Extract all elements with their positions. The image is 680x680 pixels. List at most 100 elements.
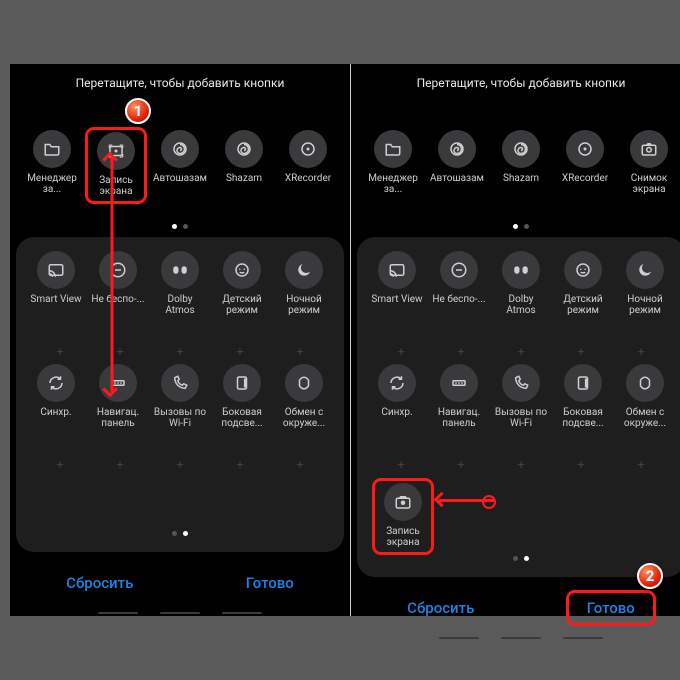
edge-icon [223,364,261,402]
add-slot-row: +++++ [361,341,680,364]
quick-panel[interactable]: Smart ViewНе беспо-... Dolby Atmos Детский… [357,237,680,577]
tile-label: Навигац. панель [90,407,146,429]
tile-label: Обмен с окруже... [617,407,673,429]
tutorial-frame: Перетащите, чтобы добавить кнопки 1 Мене… [10,64,670,616]
tile-label: Dolby Atmos [152,294,208,316]
moon-icon [626,251,664,289]
tile-label: Вызовы по Wi-Fi [493,407,549,429]
done-button[interactable]: Готово [569,593,653,623]
tile-cast[interactable]: Smart View [369,251,425,305]
dolby-icon [502,251,540,289]
tile-sync[interactable]: Синхр. [28,364,84,418]
done-button[interactable]: Готово [228,568,312,598]
pager-top [351,224,680,229]
tile-label: Dolby Atmos [493,294,549,316]
tile-camera[interactable]: Снимок экрана [621,130,677,195]
tile-dolby[interactable]: Dolby Atmos [493,251,549,316]
tile-swirl[interactable]: Shazam [493,130,549,184]
reset-button[interactable]: Сбросить [389,593,492,623]
pager-panel [361,556,680,561]
kid-icon [564,251,602,289]
tile-label: Детский режим [555,294,611,316]
tile-label: Smart View [30,294,81,305]
record-icon [384,483,422,521]
phone-left: Перетащите, чтобы добавить кнопки 1 Мене… [10,64,350,616]
tile-disc[interactable]: XRecorder [557,130,613,184]
tile-edge[interactable]: Боковая подсве... [214,364,270,429]
tile-label: Обмен с окруже... [276,407,332,429]
step-badge-2: 2 [637,563,663,589]
folder-icon [33,130,71,168]
add-slot-row: +++++ [20,341,340,364]
minus-icon [440,251,478,289]
pager-panel [20,531,340,536]
tile-label: Детский режим [214,294,270,316]
tile-record[interactable]: Запись экрана [88,130,144,201]
quick-panel[interactable]: Smart View Не беспо-... Dolby Atmos Детский… [16,237,344,552]
tile-label: Запись экрана [377,526,429,548]
camera-icon [630,130,668,168]
tile-moon[interactable]: Ночной режим [276,251,332,316]
folder-icon [374,130,412,168]
available-tiles-row: Менеджер за... Автошазам Shazam XRecorder Сн… [351,130,680,220]
tile-share[interactable]: Обмен с окруже... [617,364,673,429]
tile-disc[interactable]: XRecorder [280,130,336,184]
tile-wifi-call[interactable]: Вызовы по Wi-Fi [493,364,549,429]
instruction-text: Перетащите, чтобы добавить кнопки [10,64,350,100]
tile-share[interactable]: Обмен с окруже... [276,364,332,429]
nav-icon [440,364,478,402]
tile-folder[interactable]: Менеджер за... [365,130,421,195]
tile-minus[interactable]: Не беспо-... [90,251,146,305]
tile-swirl[interactable]: Автошазам [429,130,485,184]
swirl-icon [502,130,540,168]
sync-icon [378,364,416,402]
tile-wifi-call[interactable]: Вызовы по Wi-Fi [152,364,208,429]
tile-label: Навигац. панель [431,407,487,429]
tile-nav[interactable]: Навигац. панель [90,364,146,429]
tile-label: Снимок экрана [621,173,677,195]
tile-screen-record-dropped[interactable]: Запись экрана [375,481,431,552]
tile-cast[interactable]: Smart View [28,251,84,305]
tile-nav[interactable]: Навигац. панель [431,364,487,429]
wifi-call-icon [502,364,540,402]
tile-label: Ночной режим [276,294,332,316]
pager-top [10,224,350,229]
share-icon [626,364,664,402]
share-icon [285,364,323,402]
drag-arrow-down [111,157,114,392]
instruction-text: Перетащите, чтобы добавить кнопки [351,64,680,100]
tile-kid[interactable]: Детский режим [555,251,611,316]
tile-sync[interactable]: Синхр. [369,364,425,418]
step-badge-1: 1 [125,98,151,124]
tile-label: Менеджер за... [24,173,80,195]
tile-edge[interactable]: Боковая подсве... [555,364,611,429]
reset-button[interactable]: Сбросить [48,568,151,598]
tile-label: Вызовы по Wi-Fi [152,407,208,429]
swirl-icon [438,130,476,168]
available-tiles-row: Менеджер за... Запись экрана Автошазам Shaz… [10,130,350,220]
cast-icon [378,251,416,289]
tile-swirl[interactable]: Автошазам [152,130,208,184]
android-nav-bar [351,637,680,641]
tile-label: Не беспо-... [91,294,144,305]
moon-icon [285,251,323,289]
disc-icon [566,130,604,168]
tile-label: Запись экрана [90,175,142,197]
phone-right: Перетащите, чтобы добавить кнопки Менедж… [350,64,680,616]
tile-minus[interactable]: Не беспо-... [431,251,487,305]
tile-label: Синхр. [381,407,412,418]
tile-kid[interactable]: Детский режим [214,251,270,316]
tile-label: Менеджер за... [365,173,421,195]
tile-label: Shazam [226,173,262,184]
dolby-icon [161,251,199,289]
tile-dolby[interactable]: Dolby Atmos [152,251,208,316]
tile-folder[interactable]: Менеджер за... [24,130,80,195]
disc-icon [289,130,327,168]
edge-icon [564,364,602,402]
tile-label: Синхр. [40,407,71,418]
android-nav-bar [10,612,350,616]
tile-swirl[interactable]: Shazam [216,130,272,184]
drop-arrow-left [439,499,494,502]
tile-moon[interactable]: Ночной режим [617,251,673,316]
tile-label: Shazam [503,173,539,184]
